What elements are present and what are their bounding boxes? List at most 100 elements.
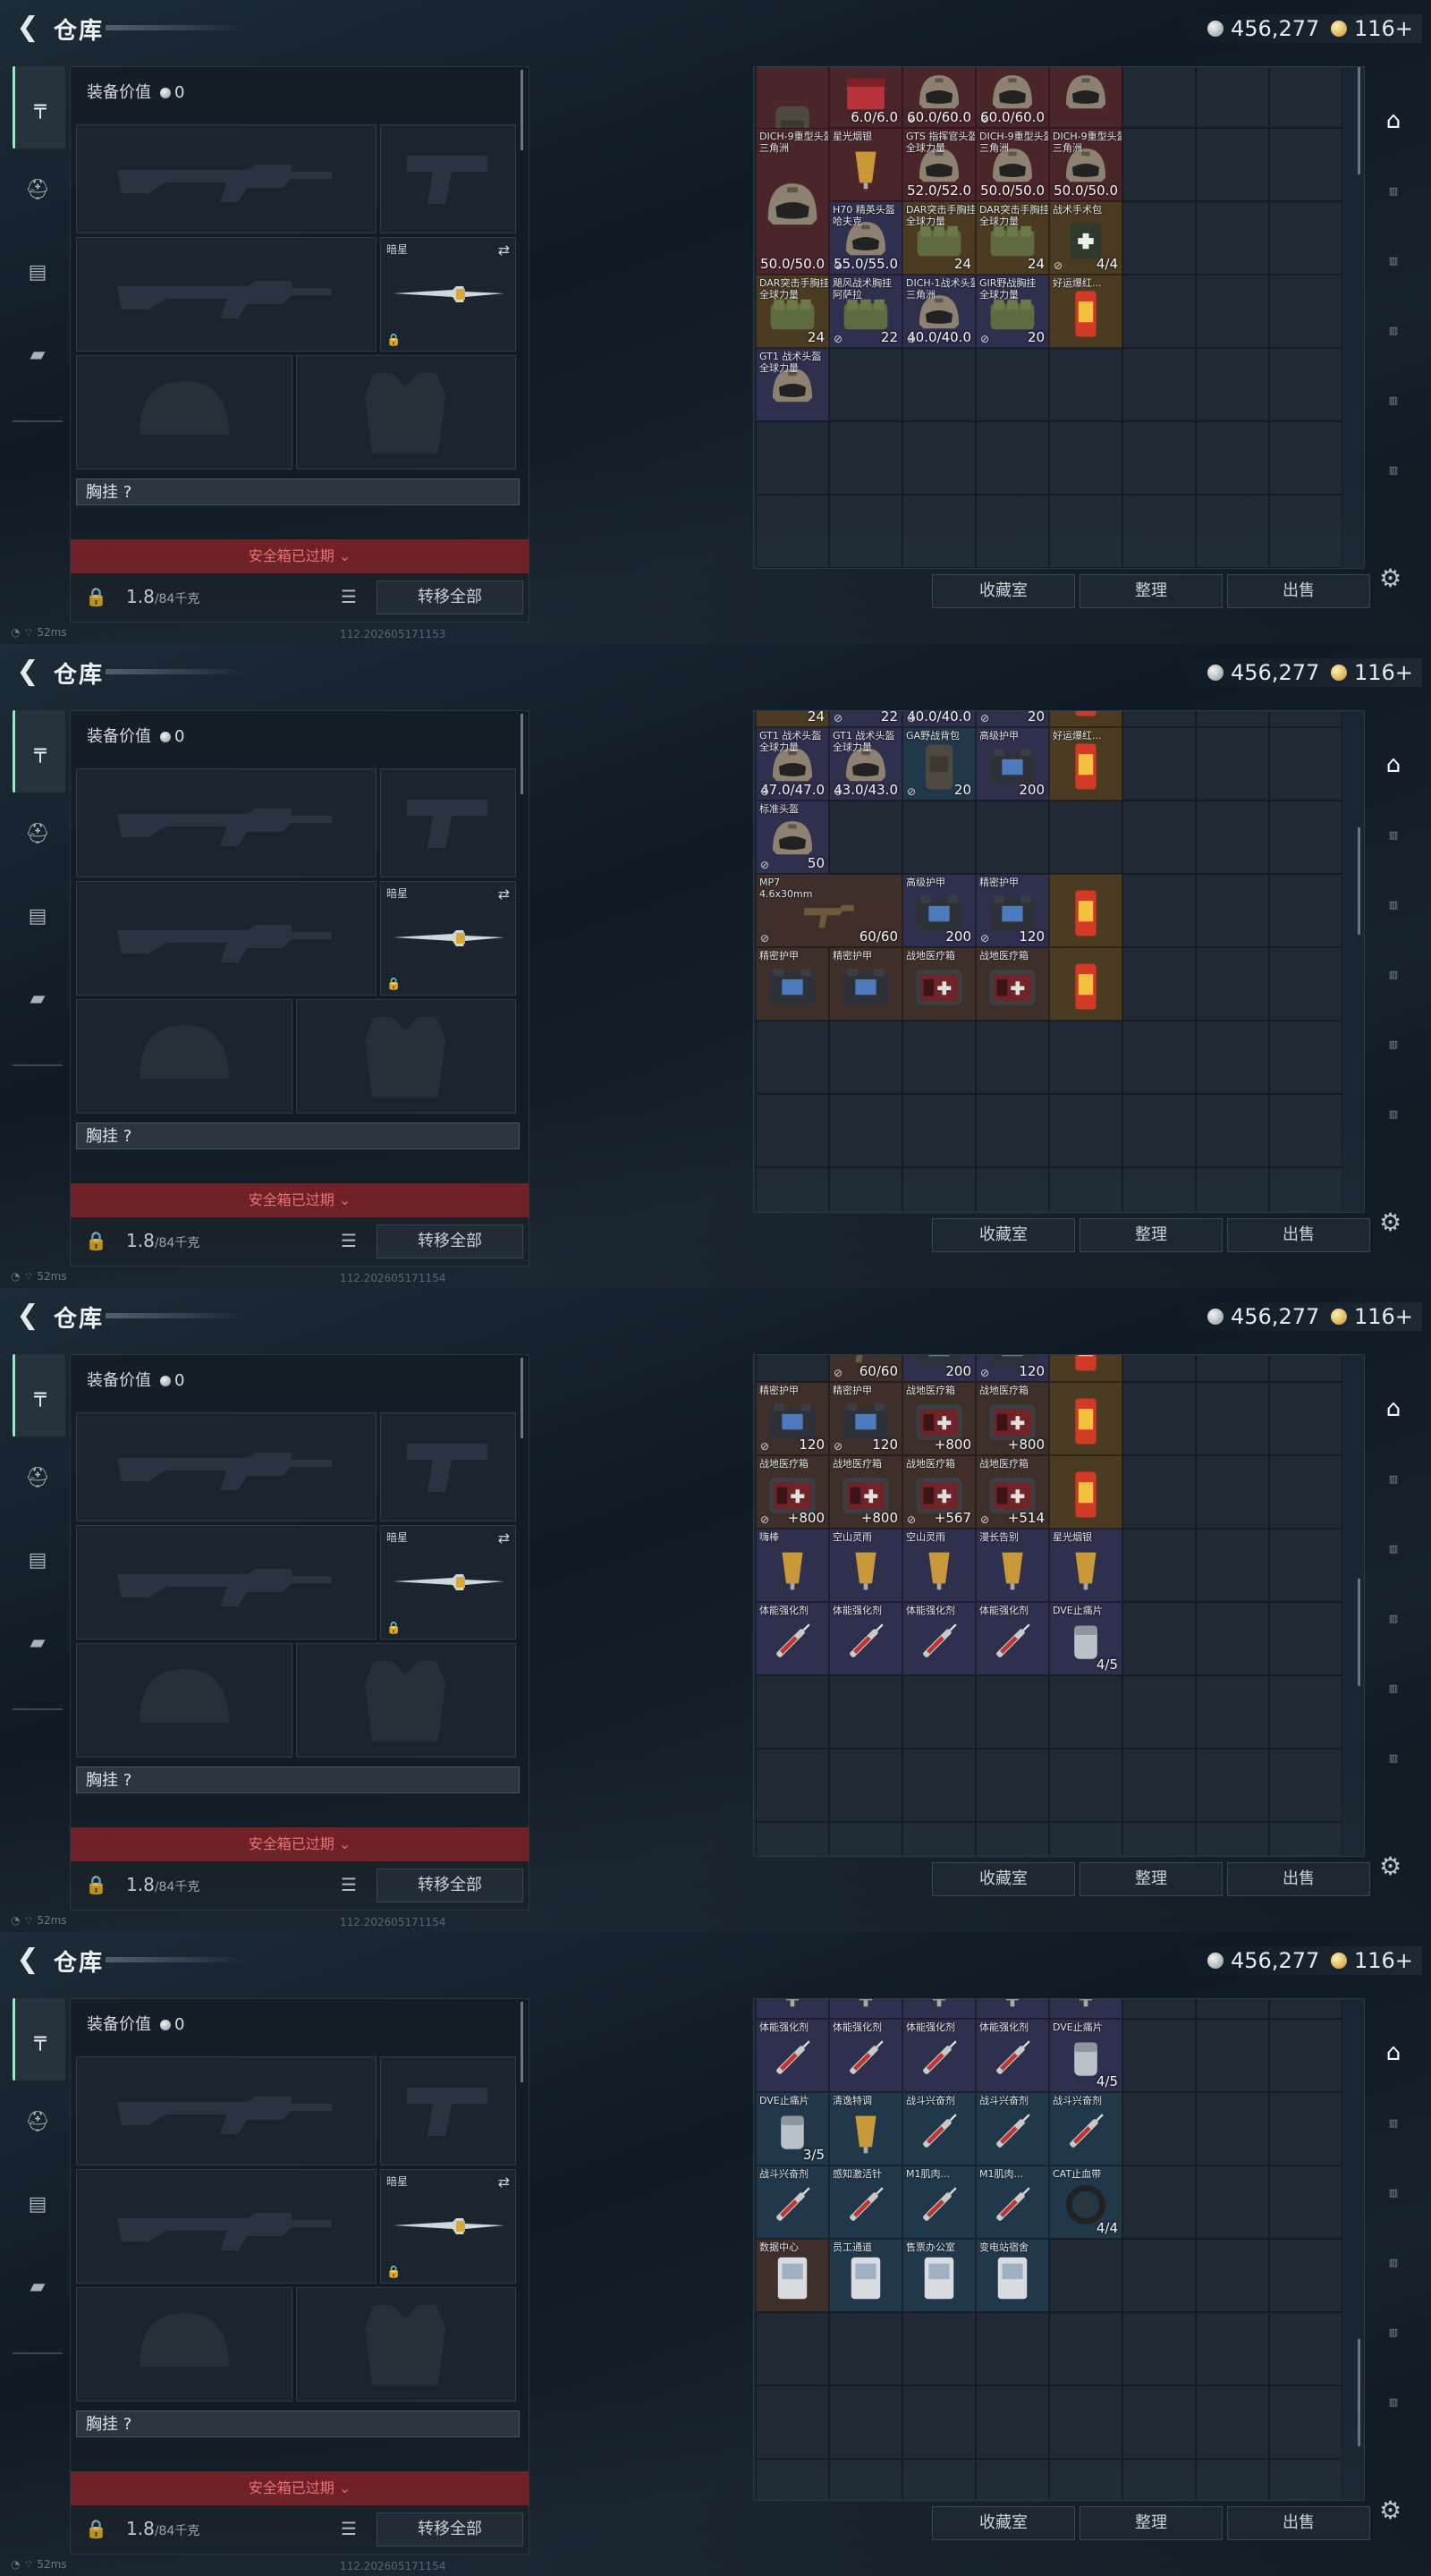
inventory-item[interactable]: DVE止痛片 3/5 <box>756 2092 829 2165</box>
primary-weapon-slot[interactable] <box>76 768 377 877</box>
chest-rig-slot[interactable]: 胸挂 ? <box>76 1767 520 1793</box>
back-button[interactable]: ❮ <box>13 13 43 43</box>
inventory-item[interactable]: 空山灵雨 <box>829 1999 902 2019</box>
inventory-item[interactable]: 24 <box>756 711 829 727</box>
inventory-item[interactable]: 战地医疗箱 +514 ⊘ <box>976 1455 1049 1529</box>
inventory-item[interactable]: 200 <box>902 1355 976 1382</box>
swap-icon[interactable]: ⇄ <box>498 242 510 258</box>
tab-3[interactable]: ▥ <box>1376 2157 1411 2227</box>
inventory-item[interactable]: 战地医疗箱 +800 ⊘ <box>756 1455 829 1529</box>
gear-icon[interactable]: ⚙ <box>1379 1852 1401 1881</box>
inventory-item[interactable]: DAR突击手胸挂 全球力量 24 <box>902 201 976 275</box>
primary-weapon-slot[interactable] <box>76 124 377 233</box>
collection-button[interactable]: 收藏室 <box>932 1862 1075 1896</box>
inventory-item[interactable]: 体能强化剂 <box>756 1602 829 1675</box>
tab-helmet[interactable]: ⛑ <box>13 1436 63 1519</box>
loadout-scrollbar[interactable] <box>521 2002 523 2082</box>
inventory-item[interactable]: 飓风战术胸挂 阿萨拉22⊘ <box>829 275 902 348</box>
inventory-item[interactable]: 感知激活针 <box>829 2165 902 2239</box>
inventory-item[interactable]: 60/60 ⊘ <box>829 1355 902 1382</box>
inventory-item[interactable]: DICH-9重型头盔 三角洲 50.0/50.0 <box>976 128 1049 201</box>
inventory-item[interactable]: 标准头盔 50 ⊘ <box>756 801 829 874</box>
inventory-item[interactable]: 清逸特调 <box>829 2092 902 2165</box>
tab-rig[interactable]: ▤ <box>13 875 63 957</box>
inventory-item[interactable]: 战地医疗箱 +800 <box>976 1382 1049 1455</box>
inventory-item[interactable]: DVE止痛片 4/5 <box>1049 1602 1122 1675</box>
chest-rig-slot[interactable]: 胸挂 ? <box>76 479 520 505</box>
inventory-item[interactable]: GTS 指挥官头盔 全球力量 52.0/52.0 <box>902 128 976 201</box>
collection-button[interactable]: 收藏室 <box>932 574 1075 608</box>
inventory-item[interactable]: DICH-9重型头盔 三角洲 50.0/50.0 <box>1049 128 1122 201</box>
primary-weapon-slot[interactable] <box>76 2056 377 2165</box>
inventory-item[interactable]: 60.0/60.0 ⊘ <box>902 67 976 128</box>
transfer-all-button[interactable]: 转移全部 <box>377 1868 523 1902</box>
inventory-item[interactable]: M1肌肉... <box>976 2165 1049 2239</box>
inventory-item[interactable]: 120 ⊘ <box>976 1355 1049 1382</box>
inventory-item[interactable]: 战地医疗箱 +800 <box>829 1455 902 1529</box>
inventory-item[interactable]: DICH-1战术头盔 三角洲 40.0/40.0⊘ <box>902 275 976 348</box>
tab-2[interactable]: ▥ <box>1376 800 1411 869</box>
transfer-all-button[interactable]: 转移全部 <box>377 580 523 614</box>
secondary-rifle-slot[interactable] <box>76 2169 377 2284</box>
inventory-item[interactable] <box>1049 1382 1122 1455</box>
inventory-item[interactable]: GA野战背包 20 ⊘ <box>902 727 976 801</box>
list-icon[interactable]: ☰ <box>341 1230 357 1251</box>
secondary-rifle-slot[interactable] <box>76 1525 377 1640</box>
inventory-item[interactable]: GIR野战胸挂 全球力量 20 ⊘ <box>976 275 1049 348</box>
back-button[interactable]: ❮ <box>13 1945 43 1975</box>
list-icon[interactable]: ☰ <box>341 586 357 607</box>
secondary-weapon-slot[interactable] <box>380 1412 516 1521</box>
tab-4[interactable]: ▥ <box>1376 1583 1411 1653</box>
tab-case[interactable]: ▰ <box>13 957 63 1039</box>
inventory-item[interactable]: 嗨棒 <box>756 1999 829 2019</box>
loadout-scrollbar[interactable] <box>521 1358 523 1438</box>
sort-button[interactable]: 整理 <box>1080 2506 1223 2540</box>
tab-4[interactable]: ▥ <box>1376 2227 1411 2297</box>
tab-2[interactable]: ▥ <box>1376 156 1411 225</box>
tab-helmet[interactable]: ⛑ <box>13 792 63 875</box>
inventory-item[interactable]: MP7 4.6x30mm 60/60 ⊘ <box>756 874 902 947</box>
inventory-item[interactable]: 飓风战术胸挂 阿萨拉22⊘ <box>829 711 902 727</box>
tab-5[interactable]: ▥ <box>1376 1009 1411 1079</box>
tab-weapons[interactable]: ╤ <box>13 1354 65 1436</box>
grid-scrollbar[interactable] <box>1358 1579 1360 1686</box>
inventory-item[interactable]: 战斗兴奋剂 <box>756 2165 829 2239</box>
inventory-item[interactable]: 精密护甲 120 ⊘ <box>829 1382 902 1455</box>
tab-6[interactable]: ▥ <box>1376 435 1411 504</box>
inventory-item[interactable]: DAR突击手胸挂 全球力量 24 <box>976 201 1049 275</box>
tab-3[interactable]: ▥ <box>1376 869 1411 939</box>
inventory-item[interactable]: 星光烟银 <box>1049 1999 1122 2019</box>
tab-4[interactable]: ▥ <box>1376 939 1411 1009</box>
tab-case[interactable]: ▰ <box>13 313 63 395</box>
safe-box-expired[interactable]: 安全箱已过期 ⌄ <box>71 1827 529 1861</box>
secondary-weapon-slot[interactable] <box>380 768 516 877</box>
swap-icon[interactable]: ⇄ <box>498 886 510 902</box>
inventory-item[interactable]: 体能强化剂 <box>902 1602 976 1675</box>
sell-button[interactable]: 出售 <box>1227 574 1370 608</box>
armor-slot[interactable] <box>296 999 516 1114</box>
inventory-item[interactable]: 6.0/6.0 <box>829 67 902 128</box>
transfer-all-button[interactable]: 转移全部 <box>377 1224 523 1258</box>
tab-rig[interactable]: ▤ <box>13 1519 63 1601</box>
melee-slot[interactable]: 暗星 ⇄ 🔒 <box>380 1525 516 1640</box>
inventory-item[interactable]: 好运爆红... <box>1049 275 1122 348</box>
inventory-item[interactable]: 漫长告别 <box>976 1999 1049 2019</box>
armor-slot[interactable] <box>296 355 516 470</box>
back-button[interactable]: ❮ <box>13 657 43 687</box>
tab-case[interactable]: ▰ <box>13 1601 63 1683</box>
tab-3[interactable]: ▥ <box>1376 225 1411 295</box>
back-button[interactable]: ❮ <box>13 1301 43 1331</box>
sort-button[interactable]: 整理 <box>1080 574 1223 608</box>
inventory-item[interactable]: 好运爆红... <box>1049 711 1122 727</box>
inventory-item[interactable]: 精密护甲 <box>756 947 829 1021</box>
inventory-item[interactable]: 高级护甲 200 <box>976 727 1049 801</box>
inventory-item[interactable]: 精密护甲 <box>829 947 902 1021</box>
helmet-slot[interactable] <box>76 999 292 1114</box>
inventory-item[interactable] <box>1049 947 1122 1021</box>
inventory-item[interactable]: 空山灵雨 <box>902 1529 976 1602</box>
silver-currency[interactable]: 456,277 <box>1207 1946 1319 1975</box>
tab-weapons[interactable]: ╤ <box>13 1998 65 2080</box>
inventory-item[interactable]: 售票办公室 <box>902 2239 976 2312</box>
gold-currency[interactable]: 116+ <box>1331 14 1413 43</box>
secondary-rifle-slot[interactable] <box>76 881 377 996</box>
